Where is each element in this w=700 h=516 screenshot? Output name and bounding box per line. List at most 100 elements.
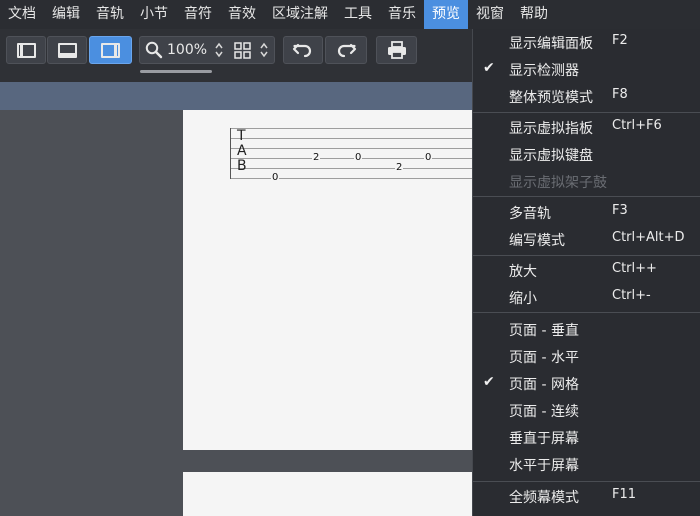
menu-separator (473, 196, 700, 197)
menu-sound[interactable]: 音乐 (380, 0, 424, 29)
page-gap (183, 450, 472, 472)
menu-item-label: 缩小 (509, 291, 537, 307)
menu-item-shortcut: F8 (612, 87, 628, 102)
layout-spinner[interactable] (259, 40, 269, 63)
menu-item-label: 多音轨 (509, 206, 551, 222)
tab-note[interactable]: 0 (424, 152, 433, 163)
menu-item-label: 全频幕模式 (509, 490, 579, 506)
undo-icon (292, 43, 312, 58)
magnifier-icon (145, 41, 163, 59)
menu-item-label: 显示虚拟键盘 (509, 148, 593, 164)
menu-help[interactable]: 帮助 (512, 0, 556, 29)
menu-note[interactable]: 音符 (176, 0, 220, 29)
menu-item-page-grid[interactable]: ✔ 页面 - 网格 (473, 370, 700, 397)
left-gutter (0, 110, 183, 516)
tab-clef-a: A (237, 143, 247, 159)
menu-item-overview-mode[interactable]: 整体预览模式 F8 (473, 83, 700, 110)
menu-item-label: 显示编辑面板 (509, 36, 593, 52)
view-menu-dropdown: 显示编辑面板 F2 ✔ 显示检测器 整体预览模式 F8 显示虚拟指板 Ctrl+… (472, 29, 700, 516)
menu-item-horizontal-screen[interactable]: 水平于屏幕 (473, 451, 700, 478)
menu-item-show-inspector[interactable]: ✔ 显示检测器 (473, 56, 700, 83)
staff-line (230, 158, 472, 159)
menu-item-zoom-in[interactable]: 放大 Ctrl++ (473, 257, 700, 284)
menu-item-virtual-keyboard[interactable]: 显示虚拟键盘 (473, 141, 700, 168)
menu-item-label: 页面 - 水平 (509, 350, 579, 366)
menu-item-label: 页面 - 连续 (509, 404, 579, 420)
menu-item-virtual-fretboard[interactable]: 显示虚拟指板 Ctrl+F6 (473, 114, 700, 141)
score-page-next[interactable] (183, 472, 472, 516)
menu-separator (473, 312, 700, 313)
menu-edit[interactable]: 编辑 (44, 0, 88, 29)
undo-button[interactable] (283, 36, 323, 64)
panel-right-icon (101, 42, 120, 58)
menu-item-label: 显示虚拟架子鼓 (509, 175, 607, 191)
staff-line (230, 138, 472, 139)
menu-item-shortcut: F2 (612, 33, 628, 48)
menu-item-label: 整体预览模式 (509, 90, 593, 106)
menu-item-shortcut: Ctrl+F6 (612, 118, 662, 133)
menu-item-shortcut: F11 (612, 487, 637, 502)
menu-item-show-edit-panel[interactable]: 显示编辑面板 F2 (473, 29, 700, 56)
printer-icon (387, 41, 406, 59)
print-button[interactable] (376, 36, 417, 64)
menu-item-vertical-screen[interactable]: 垂直于屏幕 (473, 424, 700, 451)
menu-document[interactable]: 文档 (0, 0, 44, 29)
menu-separator (473, 255, 700, 256)
menu-separator (473, 481, 700, 482)
zoom-slider[interactable] (140, 70, 212, 73)
tab-note[interactable]: 2 (312, 152, 321, 163)
menu-item-shortcut: Ctrl+Alt+D (612, 230, 685, 245)
menu-track[interactable]: 音轨 (88, 0, 132, 29)
menu-item-zoom-out[interactable]: 缩小 Ctrl+- (473, 284, 700, 311)
zoom-slider-fill (140, 70, 212, 73)
staff-line (230, 148, 472, 149)
menu-item-label: 垂直于屏幕 (509, 431, 579, 447)
menu-item-page-vertical[interactable]: 页面 - 垂直 (473, 316, 700, 343)
menu-item-label: 编写模式 (509, 233, 565, 249)
page-layout-icon[interactable] (233, 41, 253, 61)
menu-section-annotation[interactable]: 区域注解 (264, 0, 336, 29)
checkmark-icon: ✔ (483, 60, 495, 76)
menu-item-page-continuous[interactable]: 页面 - 连续 (473, 397, 700, 424)
zoom-control: 100% (139, 36, 275, 64)
panel-bottom-icon (57, 42, 77, 58)
checkmark-icon: ✔ (483, 374, 495, 390)
spinner-arrows-icon (260, 42, 268, 58)
track-header-strip (0, 82, 472, 110)
tab-note[interactable]: 2 (395, 162, 404, 173)
menu-effects[interactable]: 音效 (220, 0, 264, 29)
menu-item-page-horizontal[interactable]: 页面 - 水平 (473, 343, 700, 370)
menu-bar-measure[interactable]: 小节 (132, 0, 176, 29)
menu-item-shortcut: Ctrl++ (612, 261, 657, 276)
menu-item-write-mode[interactable]: 编写模式 Ctrl+Alt+D (473, 226, 700, 253)
redo-button[interactable] (325, 36, 367, 64)
panel-bottom-button[interactable] (47, 36, 87, 64)
menu-item-shortcut: F3 (612, 203, 628, 218)
menu-separator (473, 112, 700, 113)
menu-view[interactable]: 预览 (424, 0, 468, 29)
menu-item-label: 页面 - 网格 (509, 377, 579, 393)
staff-line (230, 128, 472, 129)
zoom-value[interactable]: 100% (167, 42, 207, 58)
panel-right-button[interactable] (89, 36, 132, 64)
menu-item-fullscreen[interactable]: 全频幕模式 F11 (473, 483, 700, 510)
staff-barline (230, 128, 231, 179)
menu-item-label: 放大 (509, 264, 537, 280)
staff-line (230, 168, 472, 169)
menu-item-multitrack[interactable]: 多音轨 F3 (473, 199, 700, 226)
staff-line (230, 178, 472, 179)
menu-item-label: 显示检测器 (509, 63, 579, 79)
tab-clef-t: T (237, 128, 246, 144)
menu-item-label: 水平于屏幕 (509, 458, 579, 474)
menu-bar: 文档 编辑 音轨 小节 音符 音效 区域注解 工具 音乐 预览 视窗 帮助 (0, 0, 700, 29)
panel-left-button[interactable] (6, 36, 46, 64)
spinner-arrows-icon (215, 42, 223, 58)
panel-left-icon (16, 42, 36, 58)
menu-window[interactable]: 视窗 (468, 0, 512, 29)
zoom-spinner[interactable] (214, 40, 224, 63)
tab-note[interactable]: 0 (354, 152, 363, 163)
menu-tools[interactable]: 工具 (336, 0, 380, 29)
tab-note[interactable]: 0 (271, 172, 280, 183)
menu-item-label: 页面 - 垂直 (509, 323, 579, 339)
menu-item-virtual-drumkit: 显示虚拟架子鼓 (473, 168, 700, 195)
